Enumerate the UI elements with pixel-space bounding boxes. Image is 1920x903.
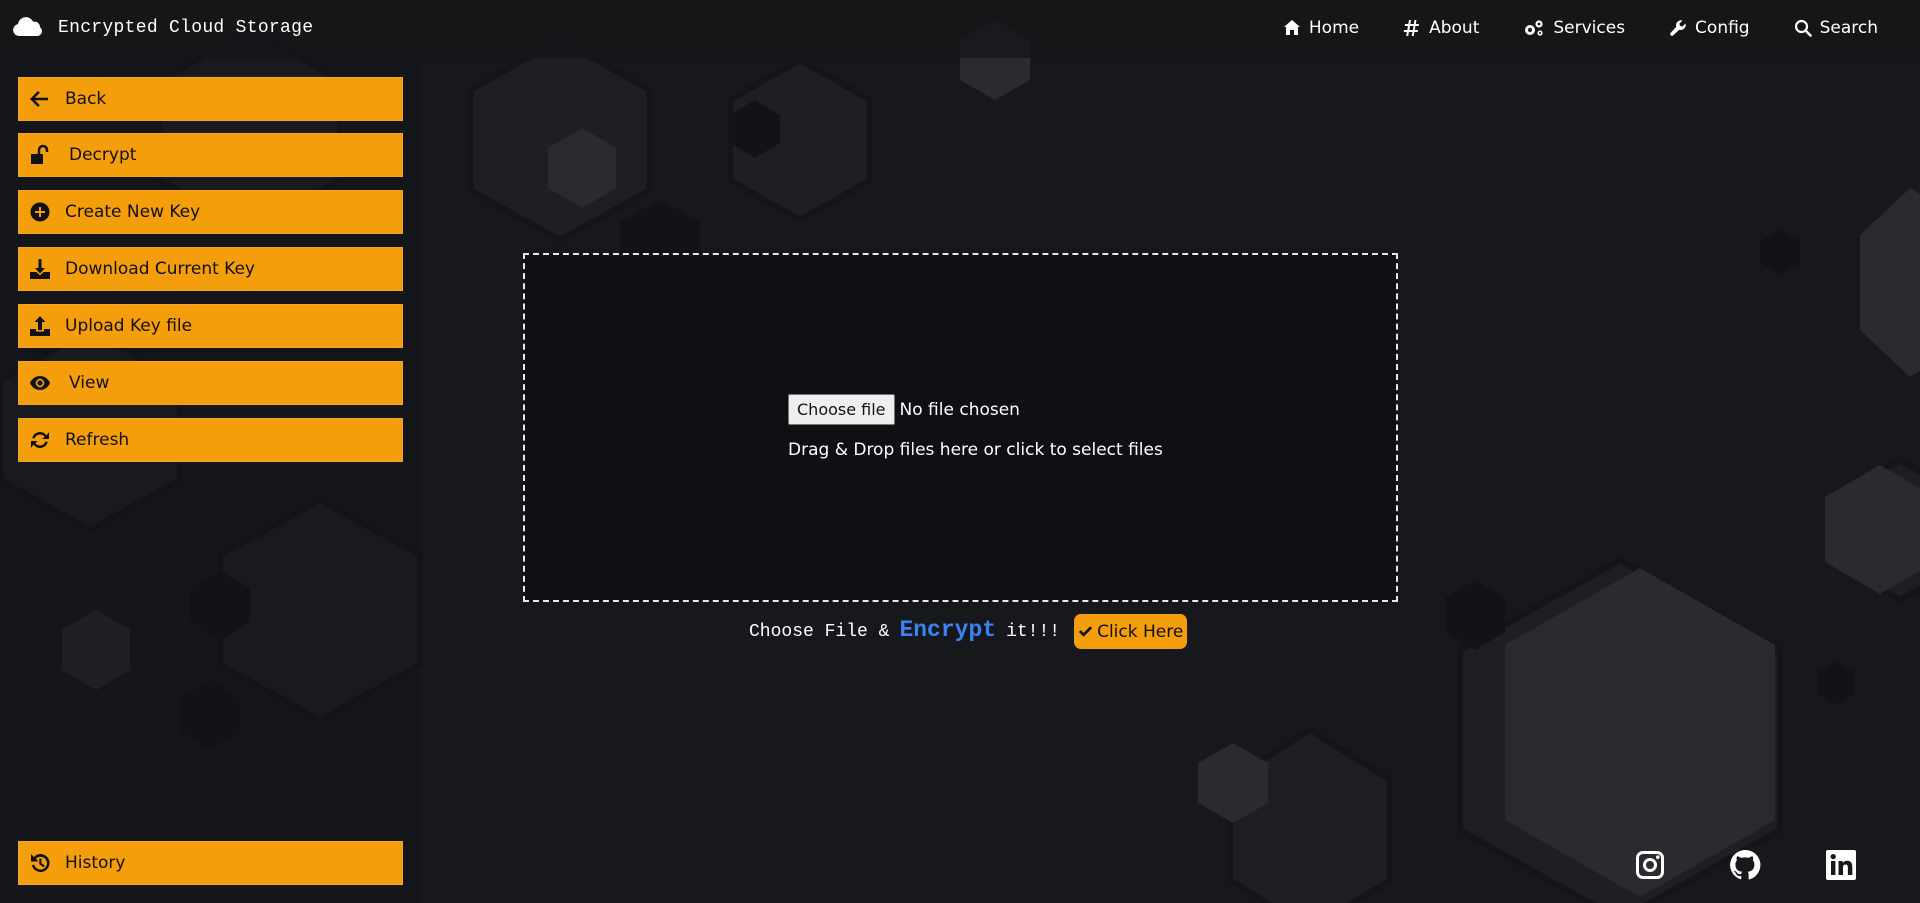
- nav-services[interactable]: Services: [1523, 18, 1625, 38]
- encrypt-submit-label: Click Here: [1097, 621, 1184, 642]
- view-button[interactable]: View: [18, 361, 403, 405]
- drop-hint: Drag & Drop files here or click to selec…: [788, 440, 1163, 460]
- nav-config[interactable]: Config: [1669, 18, 1750, 38]
- brand[interactable]: Encrypted Cloud Storage: [12, 14, 313, 42]
- choose-file-button[interactable]: Choose file: [788, 394, 895, 425]
- nav-services-label: Services: [1553, 18, 1626, 38]
- gears-icon: [1525, 20, 1543, 36]
- encrypt-row: Choose File & Encrypt it!!! Click Here: [749, 614, 1188, 649]
- top-bar: Encrypted Cloud Storage Home About Servi…: [0, 0, 1920, 58]
- unlock-icon: [27, 142, 53, 168]
- history-button[interactable]: History: [18, 841, 403, 885]
- back-button[interactable]: Back: [18, 77, 403, 121]
- nav-home[interactable]: Home: [1283, 18, 1359, 38]
- download-icon: [27, 256, 53, 282]
- nav-home-label: Home: [1308, 18, 1360, 38]
- nav-search[interactable]: Search: [1794, 18, 1878, 38]
- home-icon: [1283, 20, 1300, 35]
- sidebar: Back Decrypt Create New Key Download Cur…: [0, 58, 420, 903]
- nav-search-label: Search: [1819, 18, 1878, 38]
- file-drop-zone[interactable]: Choose file No file chosen Drag & Drop f…: [523, 253, 1398, 602]
- encrypt-submit-button[interactable]: Click Here: [1074, 614, 1188, 649]
- nav-about[interactable]: About: [1403, 18, 1479, 38]
- encrypt-highlight: Encrypt: [899, 616, 997, 643]
- github-icon[interactable]: [1729, 849, 1761, 885]
- nav-about-label: About: [1429, 18, 1480, 38]
- check-icon: [1078, 626, 1093, 637]
- eye-icon: [27, 370, 53, 396]
- plus-circle-icon: [27, 199, 53, 225]
- decrypt-button[interactable]: Decrypt: [18, 133, 403, 177]
- app-title: Encrypted Cloud Storage: [58, 18, 314, 38]
- nav-config-label: Config: [1695, 18, 1750, 38]
- encrypt-suffix: it!!!: [1006, 621, 1061, 642]
- cloud-icon: [12, 14, 42, 42]
- file-status: No file chosen: [899, 399, 1020, 420]
- upload-key-file-button[interactable]: Upload Key file: [18, 304, 403, 348]
- refresh-icon: [27, 427, 53, 453]
- encrypt-prefix: Choose File &: [749, 621, 890, 642]
- history-icon: [27, 850, 53, 876]
- hash-icon: [1403, 20, 1419, 36]
- wrench-icon: [1670, 20, 1686, 36]
- create-new-key-button[interactable]: Create New Key: [18, 190, 403, 234]
- download-current-key-button[interactable]: Download Current Key: [18, 247, 403, 291]
- search-icon: [1794, 19, 1812, 37]
- linkedin-icon[interactable]: [1825, 849, 1857, 885]
- file-input[interactable]: Choose file No file chosen: [788, 394, 1020, 425]
- top-nav: Home About Services Config Search: [1283, 0, 1920, 56]
- instagram-icon[interactable]: [1634, 849, 1666, 885]
- refresh-button[interactable]: Refresh: [18, 418, 403, 462]
- arrow-left-icon: [27, 86, 53, 112]
- upload-icon: [27, 313, 53, 339]
